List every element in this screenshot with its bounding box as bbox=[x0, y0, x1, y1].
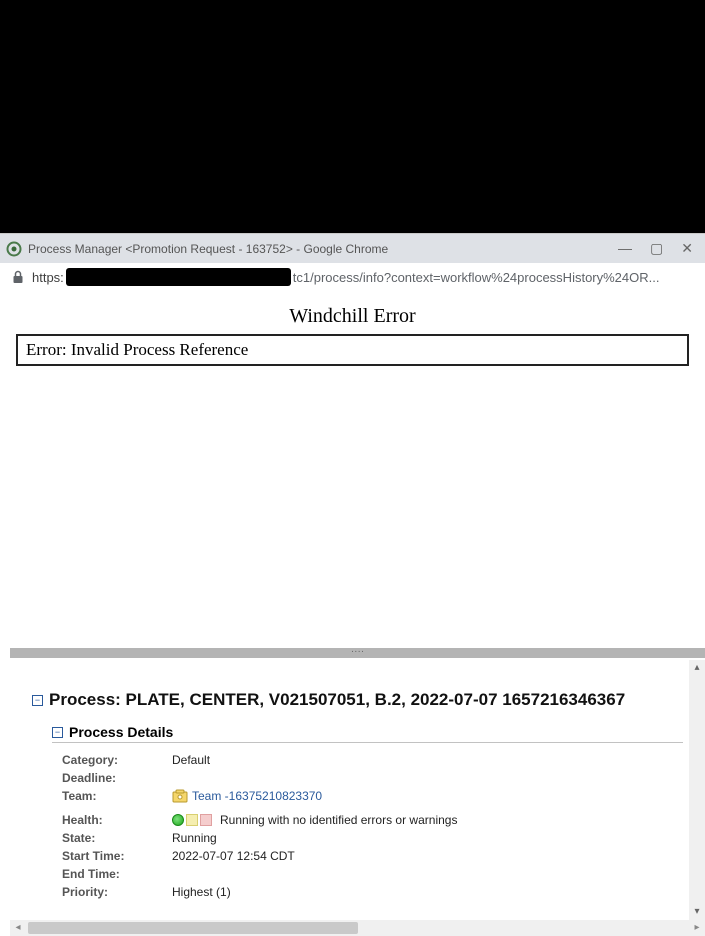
row-category: Category: Default bbox=[62, 751, 683, 769]
pane-divider[interactable]: ···· bbox=[10, 648, 705, 658]
process-details: Category: Default Deadline: Team: bbox=[62, 751, 683, 901]
scrollbar-thumb[interactable] bbox=[28, 922, 358, 934]
scroll-right-icon[interactable]: ▸ bbox=[689, 920, 705, 936]
row-team: Team: Team -16375210823370 bbox=[62, 787, 683, 805]
value-priority: Highest (1) bbox=[172, 885, 231, 899]
redacted-top-region bbox=[0, 0, 705, 233]
process-heading: Process: PLATE, CENTER, V021507051, B.2,… bbox=[49, 690, 625, 710]
row-deadline: Deadline: bbox=[62, 769, 683, 787]
section-title: Process Details bbox=[69, 724, 173, 740]
row-start-time: Start Time: 2022-07-07 12:54 CDT bbox=[62, 847, 683, 865]
value-category: Default bbox=[172, 753, 210, 767]
minimize-button[interactable]: — bbox=[618, 240, 632, 257]
collapse-icon[interactable]: − bbox=[32, 695, 43, 706]
url-scheme: https: bbox=[32, 270, 64, 285]
team-icon bbox=[172, 789, 188, 803]
error-title: Windchill Error bbox=[0, 305, 705, 328]
error-message: Error: Invalid Process Reference bbox=[26, 340, 248, 359]
window-title: Process Manager <Promotion Request - 163… bbox=[28, 242, 618, 256]
redacted-host bbox=[66, 268, 291, 286]
row-priority: Priority: Highest (1) bbox=[62, 883, 683, 901]
value-state: Running bbox=[172, 831, 217, 845]
row-end-time: End Time: bbox=[62, 865, 683, 883]
value-start-time: 2022-07-07 12:54 CDT bbox=[172, 849, 295, 863]
label-state: State: bbox=[62, 831, 172, 845]
maximize-button[interactable]: ▢ bbox=[650, 240, 663, 257]
label-start-time: Start Time: bbox=[62, 849, 172, 863]
label-end-time: End Time: bbox=[62, 867, 172, 881]
scroll-left-icon[interactable]: ◂ bbox=[10, 920, 26, 936]
process-pane: ▴ ▾ − Process: PLATE, CENTER, V021507051… bbox=[10, 660, 705, 920]
value-health: Running with no identified errors or war… bbox=[220, 813, 457, 827]
team-link[interactable]: Team -16375210823370 bbox=[192, 789, 322, 803]
row-health: Health: Running with no identified error… bbox=[62, 811, 683, 829]
close-button[interactable]: ✕ bbox=[681, 240, 693, 257]
lock-icon bbox=[12, 270, 26, 284]
label-deadline: Deadline: bbox=[62, 771, 172, 785]
chrome-titlebar: Process Manager <Promotion Request - 163… bbox=[0, 233, 705, 263]
health-indicator-icon bbox=[172, 814, 212, 826]
app-icon bbox=[6, 241, 22, 257]
label-priority: Priority: bbox=[62, 885, 172, 899]
row-state: State: Running bbox=[62, 829, 683, 847]
label-category: Category: bbox=[62, 753, 172, 767]
error-message-box: Error: Invalid Process Reference bbox=[16, 334, 689, 366]
collapse-icon[interactable]: − bbox=[52, 727, 63, 738]
label-team: Team: bbox=[62, 789, 172, 803]
label-health: Health: bbox=[62, 813, 172, 827]
horizontal-scrollbar[interactable]: ◂ ▸ bbox=[10, 920, 705, 936]
chrome-address-bar[interactable]: https: tc1/process/info?context=workflow… bbox=[0, 263, 705, 291]
url-path: tc1/process/info?context=workflow%24proc… bbox=[293, 270, 660, 285]
error-page: Windchill Error Error: Invalid Process R… bbox=[0, 291, 705, 366]
